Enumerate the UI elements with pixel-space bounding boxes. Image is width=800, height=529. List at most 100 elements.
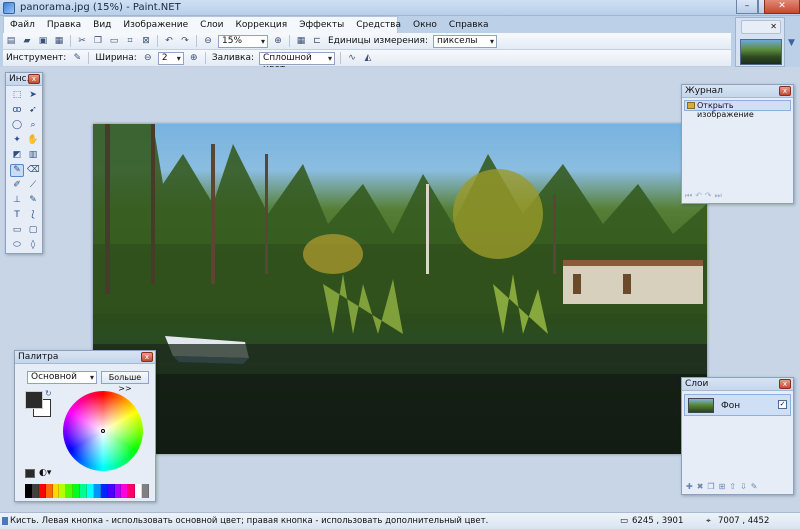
grid-icon[interactable]: ▦ (294, 35, 308, 48)
color-swatch[interactable] (80, 484, 88, 498)
rounded-rect-tool-icon[interactable]: ▢ (26, 224, 40, 237)
color-swatch[interactable] (142, 484, 150, 498)
width-combo[interactable]: 2 (157, 51, 184, 65)
primary-color-swatch[interactable] (25, 391, 43, 409)
palette-panel-close-icon[interactable]: x (141, 352, 153, 362)
color-swatch[interactable] (25, 484, 32, 498)
more-button[interactable]: Больше >> (101, 371, 149, 393)
menu-effects[interactable]: Эффекты (293, 17, 350, 33)
paste-icon[interactable]: ▭ (107, 35, 121, 48)
ruler-icon[interactable]: ⊏ (310, 35, 324, 48)
pan-tool-icon[interactable]: ✋ (26, 134, 40, 147)
move-selection-tool-icon[interactable]: ➹ (26, 104, 40, 117)
color-swatch[interactable] (38, 484, 46, 498)
history-panel-close-icon[interactable]: x (779, 86, 791, 96)
layers-panel-close-icon[interactable]: x (779, 379, 791, 389)
color-swatch[interactable] (52, 484, 60, 498)
ellipse-select-tool-icon[interactable]: ◯ (10, 119, 24, 132)
deselect-icon[interactable]: ⊠ (139, 35, 153, 48)
cut-icon[interactable]: ✂ (75, 35, 89, 48)
menu-edit[interactable]: Правка (41, 17, 87, 33)
color-swatch[interactable] (31, 484, 39, 498)
layer-down-icon[interactable]: ⇩ (740, 482, 747, 491)
menu-layers[interactable]: Слои (194, 17, 229, 33)
pencil-tool-icon[interactable]: ✐ (10, 179, 24, 192)
new-icon[interactable]: ▤ (4, 35, 18, 48)
layer-row[interactable]: Фон ✓ (684, 394, 791, 416)
history-first-icon[interactable]: ⏮ (685, 191, 692, 201)
color-swatch[interactable] (121, 484, 129, 498)
thumbnail-close-icon[interactable]: ✕ (741, 20, 781, 34)
menu-image[interactable]: Изображение (117, 17, 194, 33)
paint-bucket-tool-icon[interactable]: ◩ (10, 149, 24, 162)
minimize-button[interactable]: – (736, 0, 758, 14)
duplicate-layer-icon[interactable]: ❐ (707, 482, 714, 491)
color-swatch[interactable] (100, 484, 108, 498)
history-undo-icon[interactable]: ↶ (695, 191, 702, 201)
width-increase-icon[interactable]: ⊕ (187, 52, 201, 65)
recolor-tool-icon[interactable]: ✎ (26, 194, 40, 207)
color-swatch[interactable] (87, 484, 94, 498)
ellipse-tool-icon[interactable]: ⬭ (10, 239, 24, 252)
menu-view[interactable]: Вид (87, 17, 117, 33)
color-swatch[interactable] (128, 484, 136, 498)
copy-icon[interactable]: ❐ (91, 35, 105, 48)
rect-select-tool-icon[interactable]: ⬚ (10, 89, 24, 102)
palette-menu-icon[interactable]: ◐▾ (39, 468, 51, 478)
color-swatch[interactable] (93, 484, 101, 498)
magic-wand-tool-icon[interactable]: ✦ (10, 134, 24, 147)
menu-window[interactable]: Окно (407, 17, 443, 33)
eraser-tool-icon[interactable]: ⌫ (26, 164, 40, 177)
rectangle-tool-icon[interactable]: ▭ (10, 224, 24, 237)
line-tool-icon[interactable]: ⟅ (26, 209, 40, 222)
menu-utilities[interactable]: Средства (350, 17, 407, 33)
tools-panel-close-icon[interactable]: x (28, 74, 40, 84)
color-swatch[interactable] (66, 484, 74, 498)
swap-colors-icon[interactable]: ↻ (45, 389, 52, 398)
clone-stamp-tool-icon[interactable]: ⊥ (10, 194, 24, 207)
gradient-tool-icon[interactable]: ▥ (26, 149, 40, 162)
color-wheel-cursor[interactable] (101, 429, 105, 433)
crop-icon[interactable]: ⌗ (123, 35, 137, 48)
color-swatch[interactable] (45, 484, 53, 498)
brush-tool-icon[interactable]: ✎ (70, 52, 84, 65)
antialias-icon[interactable]: ∿ (345, 52, 359, 65)
menu-help[interactable]: Справка (443, 17, 495, 33)
redo-icon[interactable]: ↷ (178, 35, 192, 48)
text-tool-icon[interactable]: T (10, 209, 24, 222)
print-icon[interactable]: ▦ (52, 35, 66, 48)
menu-file[interactable]: Файл (4, 17, 41, 33)
layer-up-icon[interactable]: ⇧ (729, 482, 736, 491)
lasso-tool-icon[interactable]: ꝏ (10, 104, 24, 117)
history-redo-icon[interactable]: ↷ (705, 191, 712, 201)
layer-visibility-checkbox[interactable]: ✓ (778, 400, 787, 409)
zoom-in-icon[interactable]: ⊕ (271, 35, 285, 48)
width-decrease-icon[interactable]: ⊖ (141, 52, 155, 65)
layer-properties-icon[interactable]: ✎ (751, 482, 758, 491)
units-combo[interactable]: пикселы (432, 34, 497, 48)
thumbnail-arrow-icon[interactable]: ▼ (788, 38, 795, 48)
paintbrush-tool-icon[interactable]: ✎ (10, 164, 24, 177)
zoom-tool-icon[interactable]: ⌕ (26, 119, 40, 132)
color-picker-tool-icon[interactable]: ⟋ (26, 179, 40, 192)
open-icon[interactable]: ▰ (20, 35, 34, 48)
color-swatch[interactable] (107, 484, 115, 498)
zoom-out-icon[interactable]: ⊖ (201, 35, 215, 48)
zoom-combo[interactable]: 15% (218, 34, 268, 48)
save-icon[interactable]: ▣ (36, 35, 50, 48)
color-swatch[interactable] (114, 484, 122, 498)
delete-layer-icon[interactable]: ✖ (697, 482, 704, 491)
blend-mode-icon[interactable]: ◭ (361, 52, 375, 65)
image-thumbnail[interactable] (740, 39, 782, 65)
add-layer-icon[interactable]: ✚ (686, 482, 693, 491)
menu-adjustments[interactable]: Коррекция (230, 17, 294, 33)
color-swatch[interactable] (59, 484, 67, 498)
fill-combo[interactable]: Сплошной цвет (259, 51, 335, 74)
color-swatch[interactable] (135, 484, 143, 498)
close-button[interactable]: ✕ (764, 0, 800, 14)
color-swatch[interactable] (73, 484, 81, 498)
history-last-icon[interactable]: ⏭ (715, 191, 722, 201)
move-tool-icon[interactable]: ➤ (26, 89, 40, 102)
undo-icon[interactable]: ↶ (162, 35, 176, 48)
image-canvas[interactable] (93, 124, 707, 454)
